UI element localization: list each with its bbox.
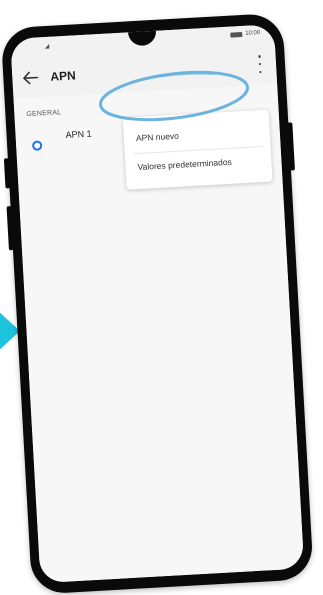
overflow-menu: APN nuevo Valores predeterminados (122, 109, 273, 190)
more-vertical-icon[interactable] (255, 54, 264, 74)
apn-radio-selected[interactable] (31, 140, 43, 151)
arrow-left-icon[interactable] (22, 70, 39, 85)
battery-icon (230, 31, 243, 38)
menu-divider (132, 146, 263, 155)
phone-mockup: ◢ 10:00 APN GENERAL APN 1 APN nuevo Valo… (0, 0, 323, 595)
page-title: APN (49, 68, 77, 84)
signal-icon: ◢ (44, 43, 50, 51)
apn-list: GENERAL APN 1 APN nuevo Valores predeter… (13, 84, 305, 584)
status-right-group: 10:00 (230, 30, 260, 38)
tutorial-image: ◢ 10:00 APN GENERAL APN 1 APN nuevo Valo… (0, 0, 323, 595)
status-time: 10:00 (245, 29, 261, 37)
menu-item-valores-predeterminados[interactable]: Valores predeterminados (137, 157, 232, 172)
section-header: GENERAL (26, 109, 62, 119)
phone-screen: ◢ 10:00 APN GENERAL APN 1 APN nuevo Valo… (10, 24, 305, 584)
menu-item-apn-nuevo[interactable]: APN nuevo (136, 131, 179, 143)
list-item-apn-1[interactable]: APN 1 (65, 129, 92, 140)
